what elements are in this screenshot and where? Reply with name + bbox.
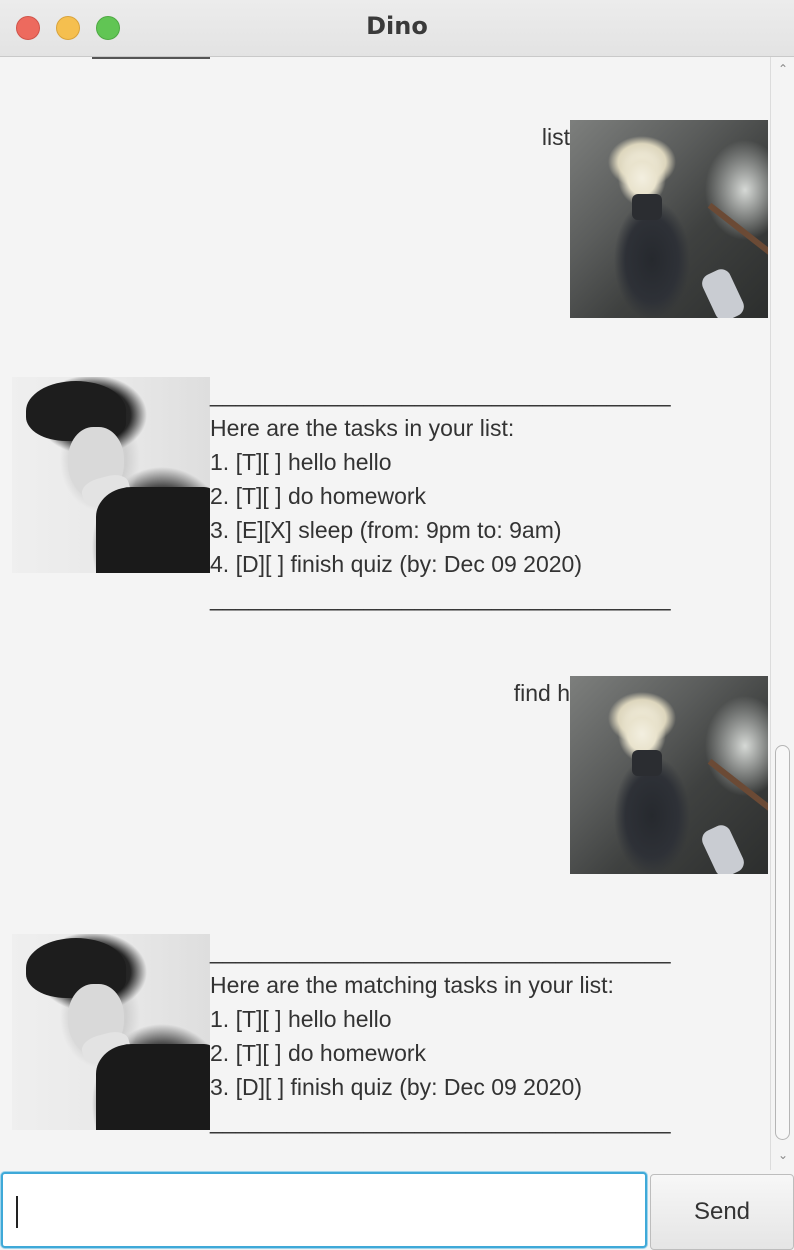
dino-avatar <box>12 377 210 573</box>
dino-message-text: ____________________________________ Her… <box>210 377 671 615</box>
title-bar: Dino <box>0 0 794 57</box>
command-input[interactable] <box>1 1172 647 1248</box>
leg <box>698 266 748 318</box>
clipped-divider <box>92 57 210 59</box>
response-line: ____________________________________ <box>210 585 671 611</box>
stair-rail <box>707 202 768 264</box>
user-avatar <box>570 120 768 318</box>
user-message-text: find h <box>513 680 570 706</box>
response-line: ____________________________________ <box>210 381 671 407</box>
user-message-text: list <box>541 124 570 150</box>
response-line: 1. [T][ ] hello hello <box>210 449 392 475</box>
stair-rail <box>707 758 768 820</box>
response-line: 4. [D][ ] finish quiz (by: Dec 09 2020) <box>210 551 583 577</box>
response-line: Here are the tasks in your list: <box>210 415 515 441</box>
leg <box>698 822 748 874</box>
response-line: ____________________________________ <box>210 938 671 964</box>
scroll-down-icon[interactable]: ⌄ <box>776 1149 790 1161</box>
send-button[interactable]: Send <box>650 1174 794 1250</box>
response-line: 2. [T][ ] do homework <box>210 1040 427 1066</box>
window-title: Dino <box>366 12 428 40</box>
dialog-scroll-pane[interactable]: list ___________________________________… <box>0 57 770 1170</box>
user-avatar <box>570 676 768 874</box>
response-line: 3. [D][ ] finish quiz (by: Dec 09 2020) <box>210 1074 583 1100</box>
response-line: Here are the matching tasks in your list… <box>210 972 614 998</box>
face-mask <box>632 194 662 220</box>
response-line: 1. [T][ ] hello hello <box>210 1006 392 1032</box>
dino-message-text: ____________________________________ Her… <box>210 934 671 1138</box>
jacket <box>96 487 210 573</box>
input-bar: Send <box>0 1170 794 1250</box>
dino-avatar <box>12 934 210 1130</box>
scroll-thumb[interactable] <box>775 745 790 1140</box>
face-mask <box>632 750 662 776</box>
scroll-up-icon[interactable]: ⌃ <box>776 63 790 75</box>
text-cursor <box>16 1196 18 1228</box>
response-line: 3. [E][X] sleep (from: 9pm to: 9am) <box>210 517 562 543</box>
dino-dialog-box: ____________________________________ Her… <box>0 377 770 617</box>
vertical-scrollbar[interactable]: ⌃ ⌄ <box>770 57 794 1170</box>
response-line: ____________________________________ <box>210 1108 671 1134</box>
response-line: 2. [T][ ] do homework <box>210 483 427 509</box>
user-dialog-box: find h <box>0 676 770 874</box>
jacket <box>96 1044 210 1130</box>
user-dialog-box: list <box>0 120 770 318</box>
dino-dialog-box: ____________________________________ Her… <box>0 934 770 1154</box>
